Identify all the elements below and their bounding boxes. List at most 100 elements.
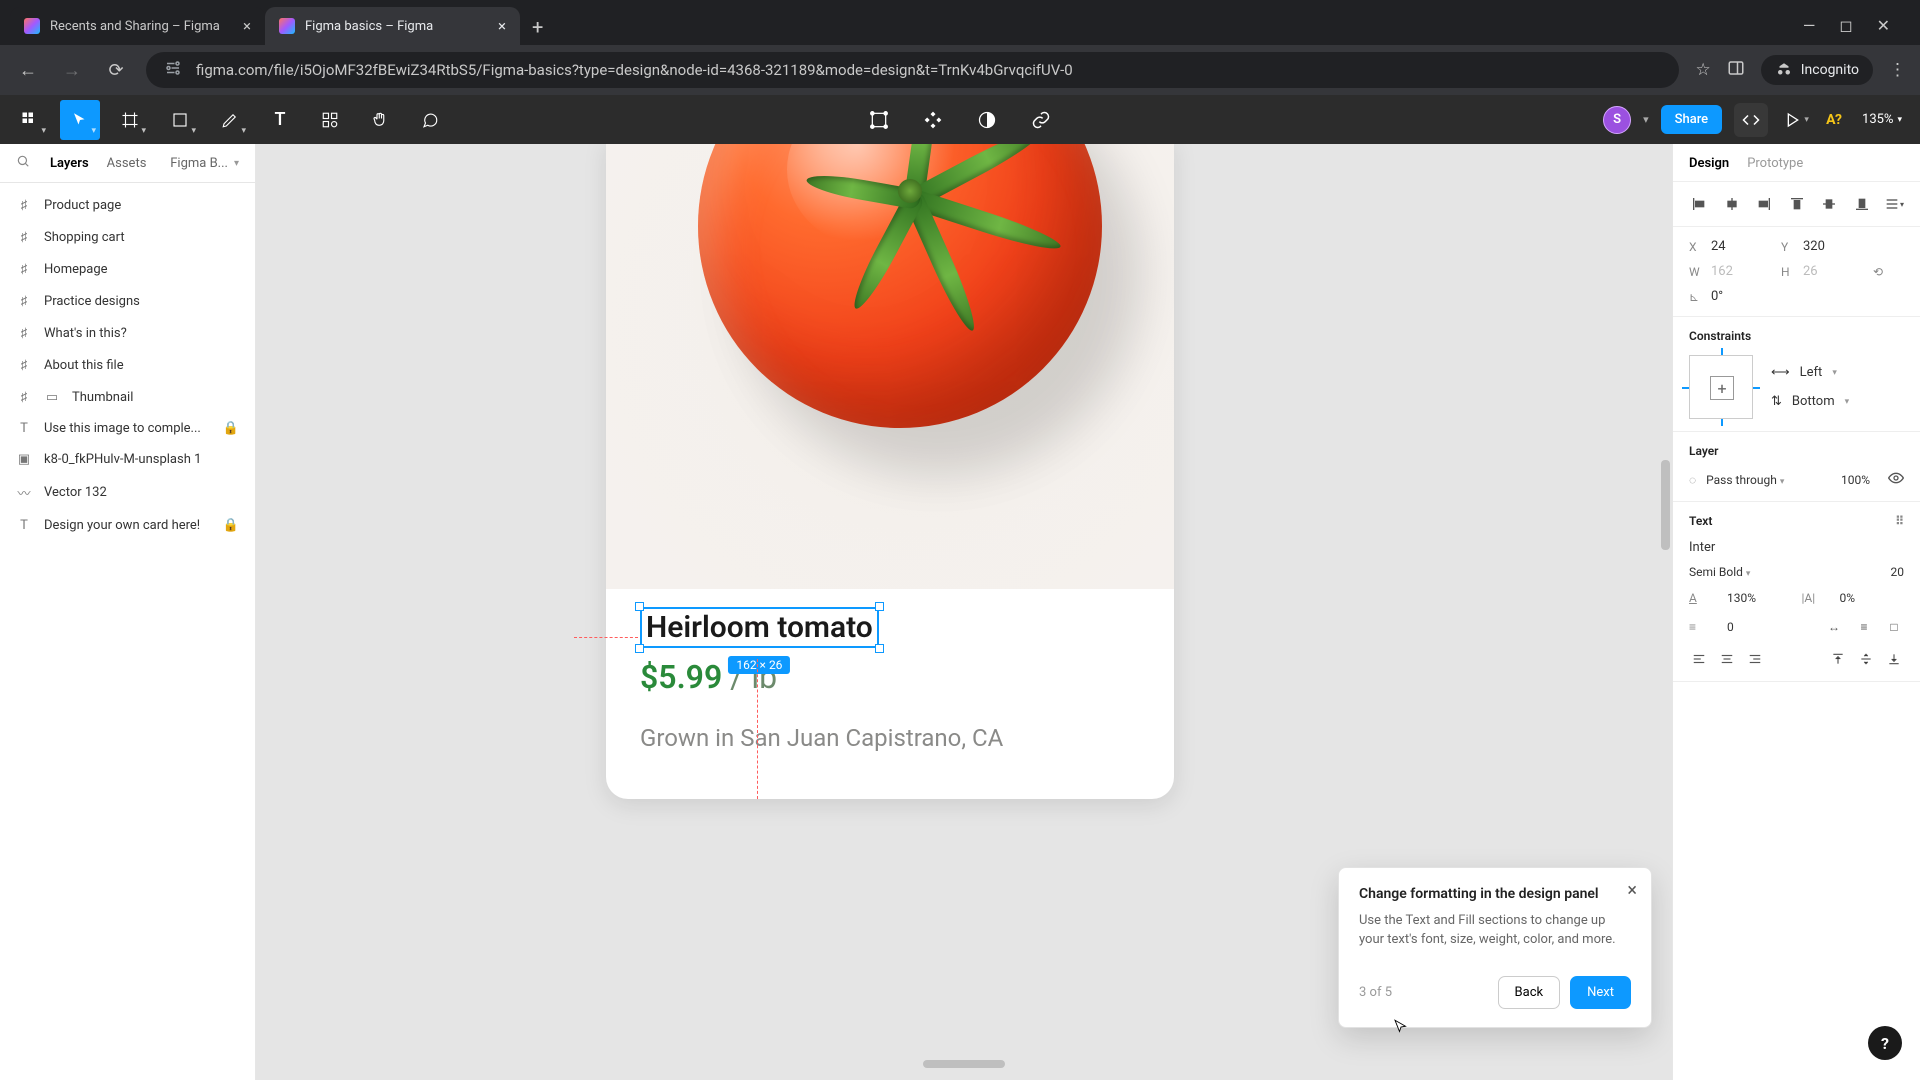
tab-figma-basics[interactable]: Figma basics – Figma × [265,7,520,45]
layers-tab[interactable]: Layers [50,156,89,171]
align-center-h-icon[interactable] [1722,194,1742,214]
product-card-frame[interactable]: Heirloom tomato 162 × 26 $5.99 / lb Grow… [606,144,1174,799]
tab-design[interactable]: Design [1689,156,1729,171]
constraints-diagram[interactable]: + [1689,355,1753,419]
letter-spacing-input[interactable]: 0% [1840,591,1905,605]
auto-height-icon[interactable]: ≡ [1854,617,1874,637]
selection-handle[interactable] [875,602,884,611]
hand-tool[interactable] [360,100,400,140]
font-weight-select[interactable]: Semi Bold ▾ [1689,565,1881,579]
visibility-icon[interactable] [1888,470,1904,489]
align-left-icon[interactable] [1689,194,1709,214]
maximize-icon[interactable]: ◻ [1839,16,1852,35]
rotation-input[interactable]: 0° [1711,289,1771,304]
layer-about-this-file[interactable]: ♯About this file [0,349,255,381]
rectangle-tool[interactable]: ▾ [160,100,200,140]
vertical-scrollbar[interactable] [1661,460,1670,550]
auto-width-icon[interactable]: ↔ [1824,617,1844,637]
edit-object-icon[interactable] [859,100,899,140]
site-settings-icon[interactable] [164,59,182,81]
font-family-select[interactable]: Inter [1689,540,1904,555]
text-align-right-icon[interactable] [1745,649,1765,669]
x-input[interactable]: 24 [1711,239,1771,254]
tab-recents[interactable]: Recents and Sharing – Figma × [10,7,265,45]
text-valign-bottom-icon[interactable] [1884,649,1904,669]
move-tool[interactable]: ▾ [60,100,100,140]
bookmark-star-icon[interactable]: ☆ [1695,60,1710,80]
frame-tool[interactable]: ▾ [110,100,150,140]
blend-mode-select[interactable]: Pass through ▾ [1706,473,1784,487]
figma-menu-icon[interactable]: ▾ [10,100,50,140]
close-window-icon[interactable]: ✕ [1877,16,1890,35]
text-align-center-icon[interactable] [1717,649,1737,669]
layer-use-image-text[interactable]: TUse this image to comple...🔒 [0,413,255,444]
text-valign-top-icon[interactable] [1828,649,1848,669]
y-input[interactable]: 320 [1803,239,1863,254]
distribute-icon[interactable]: ▾ [1884,194,1904,214]
selected-text-layer[interactable]: Heirloom tomato 162 × 26 [640,607,879,648]
present-icon[interactable]: ▾ [1780,103,1814,137]
product-price[interactable]: $5.99 / lb [640,658,1140,696]
line-height-input[interactable]: 130% [1727,591,1792,605]
url-bar[interactable]: figma.com/file/i5OjoMF32fBEwiZ34RtbS5/Fi… [146,52,1679,88]
resources-tool[interactable] [310,100,350,140]
layer-shopping-cart[interactable]: ♯Shopping cart [0,221,255,253]
close-icon[interactable]: × [498,17,506,35]
forward-button[interactable]: → [58,60,86,81]
menu-icon[interactable]: ⋮ [1889,60,1906,80]
pen-tool[interactable]: ▾ [210,100,250,140]
dev-mode-icon[interactable] [1734,103,1768,137]
selection-handle[interactable] [635,602,644,611]
zoom-level[interactable]: 135%▾ [1854,112,1910,127]
layer-vector-132[interactable]: 〰Vector 132 [0,475,255,510]
align-right-icon[interactable] [1754,194,1774,214]
close-icon[interactable]: × [243,17,251,35]
constraint-horizontal[interactable]: ⟷Left▾ [1771,365,1849,380]
opacity-input[interactable]: 100% [1841,473,1870,487]
user-avatar[interactable]: S [1603,106,1631,134]
canvas[interactable]: Heirloom tomato 162 × 26 $5.99 / lb Grow… [256,144,1672,1080]
horizontal-scrollbar[interactable] [923,1060,1005,1068]
create-component-icon[interactable] [913,100,953,140]
back-button[interactable]: ← [14,60,42,81]
missing-fonts-icon[interactable]: A? [1826,112,1842,128]
mask-icon[interactable] [967,100,1007,140]
selection-handle[interactable] [875,644,884,653]
next-button[interactable]: Next [1570,976,1631,1009]
constraint-vertical[interactable]: ⇅Bottom▾ [1771,394,1849,409]
layer-practice-designs[interactable]: ♯Practice designs [0,285,255,317]
fixed-size-icon[interactable]: □ [1884,617,1904,637]
incognito-badge[interactable]: Incognito [1761,55,1873,85]
layer-homepage[interactable]: ♯Homepage [0,253,255,285]
text-style-icon[interactable]: ⠿ [1895,514,1904,528]
tab-prototype[interactable]: Prototype [1747,156,1803,171]
layer-thumbnail[interactable]: ♯▭Thumbnail [0,381,255,413]
align-bottom-icon[interactable] [1852,194,1872,214]
align-center-v-icon[interactable] [1819,194,1839,214]
layer-unsplash-image[interactable]: ▣k8-0_fkPHulv-M-unsplash 1 [0,444,255,475]
text-valign-middle-icon[interactable] [1856,649,1876,669]
link-icon[interactable] [1021,100,1061,140]
h-input[interactable]: 26 [1803,264,1863,279]
constrain-proportions-icon[interactable]: ⟲ [1873,265,1893,279]
reload-button[interactable]: ⟳ [102,60,130,81]
new-tab-button[interactable]: + [520,9,555,45]
text-tool[interactable]: T [260,100,300,140]
share-button[interactable]: Share [1661,105,1723,134]
w-input[interactable]: 162 [1711,264,1771,279]
close-icon[interactable]: × [1627,880,1637,901]
minimize-icon[interactable]: ― [1803,16,1816,35]
avatar-chevron-icon[interactable]: ▾ [1643,113,1649,126]
layer-product-page[interactable]: ♯Product page [0,189,255,221]
layer-design-your-own[interactable]: TDesign your own card here!🔒 [0,510,255,541]
comment-tool[interactable] [410,100,450,140]
align-top-icon[interactable] [1787,194,1807,214]
back-button[interactable]: Back [1498,976,1561,1009]
assets-tab[interactable]: Assets [107,156,147,171]
paragraph-spacing-input[interactable]: 0 [1727,620,1776,634]
product-origin[interactable]: Grown in San Juan Capistrano, CA [640,724,1140,752]
side-panel-icon[interactable] [1727,59,1745,82]
search-icon[interactable] [16,154,30,172]
selection-handle[interactable] [635,644,644,653]
layer-whats-in-this[interactable]: ♯What's in this? [0,317,255,349]
